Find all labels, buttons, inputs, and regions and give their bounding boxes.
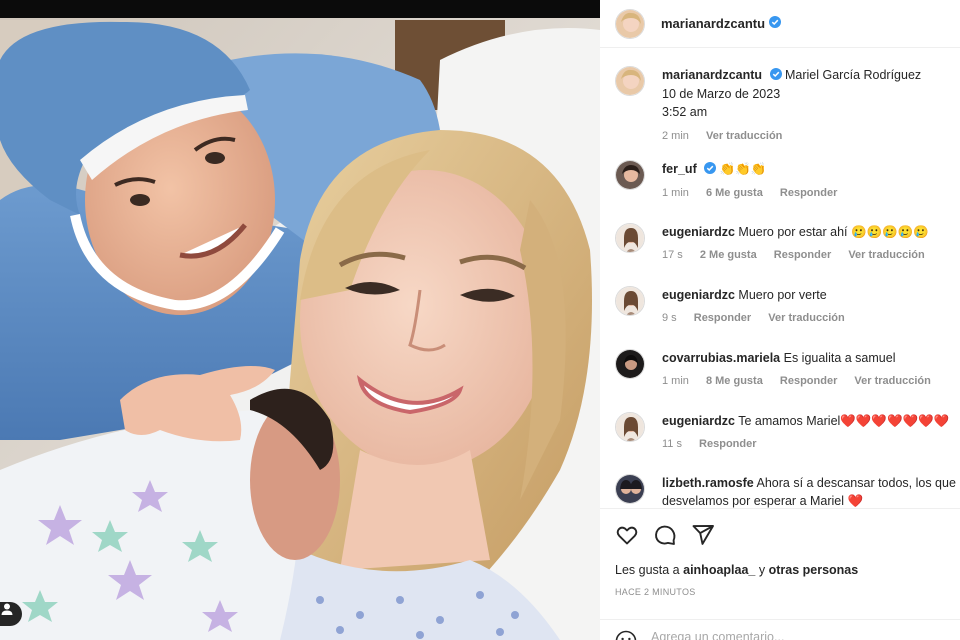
comments-list[interactable]: marianardzcantu Mariel García Rodríguez … [600, 48, 960, 508]
reply-link[interactable]: Responder [694, 312, 751, 324]
comment-text: Te amamos Mariel❤️❤️❤️❤️❤️❤️❤️ [738, 414, 950, 428]
see-translation-link[interactable]: Ver traducción [854, 375, 930, 387]
comment-text: Muero por estar ahí 🥲🥲🥲🥲🥲 [738, 225, 929, 239]
post-photo-image [0, 0, 600, 640]
comment-text: Muero por verte [738, 288, 827, 302]
comment-time[interactable]: 11 s [662, 438, 682, 450]
likes-others[interactable]: otras personas [769, 563, 859, 577]
comment-text: Es igualita a samuel [783, 351, 896, 365]
commenter-avatar[interactable] [615, 412, 645, 442]
reply-link[interactable]: Responder [699, 438, 756, 450]
post-photo[interactable] [0, 0, 600, 640]
commenter-avatar[interactable] [615, 160, 645, 190]
likes-middle: y [758, 563, 766, 577]
reply-link[interactable]: Responder [774, 249, 831, 261]
comment-time[interactable]: 17 s [662, 249, 683, 261]
caption-timestamp[interactable]: 2 min [662, 130, 689, 142]
see-translation-link[interactable]: Ver traducción [768, 312, 844, 324]
comment-time[interactable]: 1 min [662, 187, 689, 199]
caption-time: 3:52 am [662, 104, 708, 119]
commenter-avatar[interactable] [615, 349, 645, 379]
comment-username[interactable]: eugeniardzc [662, 288, 735, 302]
comment-time[interactable]: 9 s [662, 312, 677, 324]
heart-icon[interactable] [615, 523, 639, 547]
commenter-avatar[interactable] [615, 223, 645, 253]
caption-date: 10 de Marzo de 2023 [662, 86, 781, 101]
comment-text: Ahora sí a descansar todos, los que nos [756, 476, 960, 490]
comment-username[interactable]: lizbeth.ramosfe [662, 476, 754, 490]
author-username[interactable]: marianardzcantu [661, 16, 765, 31]
likes-user[interactable]: ainhoaplaa_ [683, 563, 755, 577]
comment-username[interactable]: fer_uf [662, 162, 697, 176]
likes-summary[interactable]: Les gusta a ainhoaplaa_ y otras personas [615, 563, 858, 577]
commenter-avatar[interactable] [615, 474, 645, 504]
reply-link[interactable]: Responder [780, 375, 837, 387]
comment-input[interactable] [651, 630, 911, 640]
see-translation-link[interactable]: Ver traducción [706, 130, 782, 142]
verified-badge-icon [769, 15, 782, 33]
photo-top-strip [0, 0, 600, 18]
commenter-avatar[interactable] [615, 286, 645, 316]
comment-likes[interactable]: 6 Me gusta [706, 187, 763, 199]
share-icon[interactable] [691, 523, 715, 547]
post-header: marianardzcantu [600, 0, 960, 48]
post-time-ago[interactable]: HACE 2 MINUTOS [615, 587, 696, 597]
likes-prefix: Les gusta a [615, 563, 680, 577]
comment-likes[interactable]: 2 Me gusta [700, 249, 757, 261]
comment-text-line2: desvelamos por esperar a Mariel ❤️ [662, 494, 864, 508]
caption-username[interactable]: marianardzcantu [662, 68, 762, 82]
verified-badge-icon [769, 67, 782, 85]
reply-link[interactable]: Responder [780, 187, 837, 199]
emoji-icon[interactable] [615, 630, 637, 640]
see-translation-link[interactable]: Ver traducción [848, 249, 924, 261]
comment-icon[interactable] [653, 523, 677, 547]
comment-time[interactable]: 1 min [662, 375, 689, 387]
comment-text: 👏👏👏 [719, 162, 767, 176]
add-comment-bar [600, 619, 960, 640]
author-avatar[interactable] [615, 8, 645, 39]
comment-likes[interactable]: 8 Me gusta [706, 375, 763, 387]
comment-username[interactable]: eugeniardzc [662, 414, 735, 428]
post-sidebar: marianardzcantu marianardzcantu Mariel G… [600, 0, 960, 640]
caption-text: Mariel García Rodríguez [785, 68, 922, 82]
comment-username[interactable]: covarrubias.mariela [662, 351, 780, 365]
author-avatar[interactable] [615, 66, 645, 96]
comment-username[interactable]: eugeniardzc [662, 225, 735, 239]
verified-badge-icon [704, 161, 717, 179]
post-actions: Les gusta a ainhoaplaa_ y otras personas… [600, 508, 960, 640]
